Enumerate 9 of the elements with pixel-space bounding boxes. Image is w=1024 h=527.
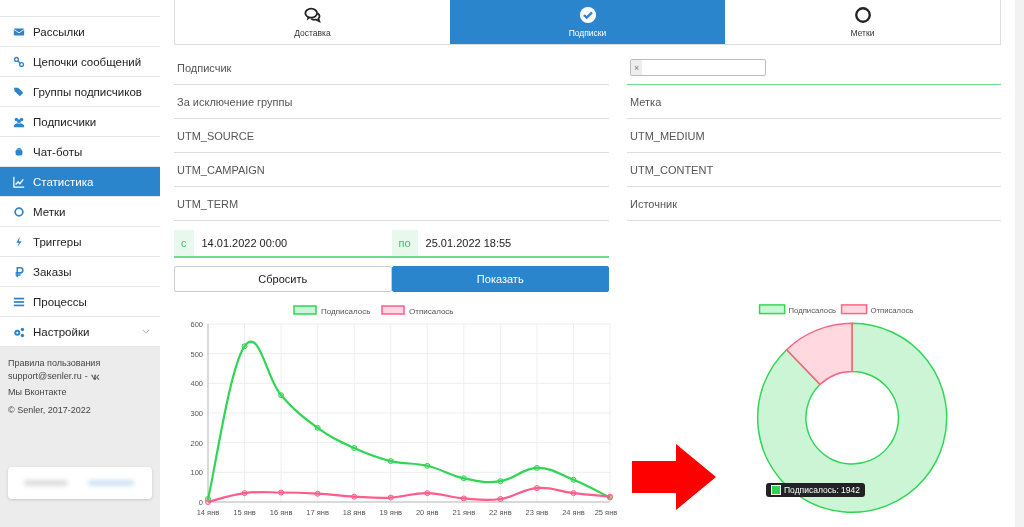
date-prefix: с <box>174 230 194 256</box>
tooltip-text: Подписалось: 1942 <box>784 485 861 495</box>
date-prefix: по <box>391 230 418 256</box>
legend-label: Отписалось <box>870 305 914 315</box>
copyright-text: © Senler, 2017-2022 <box>8 405 92 415</box>
separator-text: - <box>84 370 88 383</box>
legend-label: Подписалось <box>321 307 371 316</box>
legend-label: Подписалось <box>788 305 836 315</box>
legend-label: Отписалось <box>409 307 454 316</box>
